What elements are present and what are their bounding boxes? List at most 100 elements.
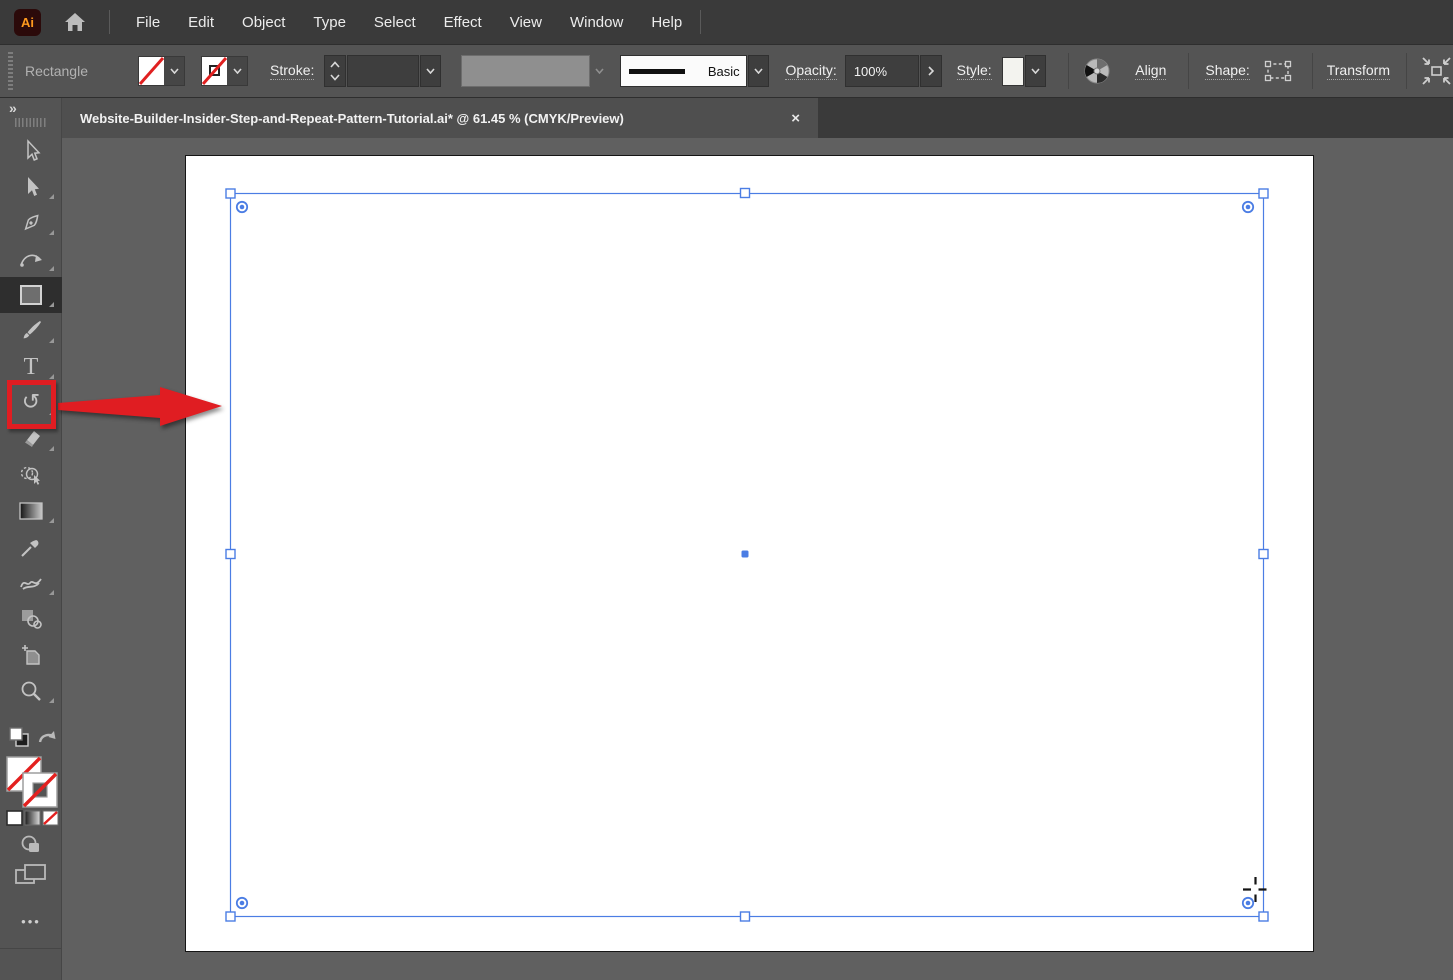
fill-none-swatch-icon xyxy=(139,57,164,85)
screen-mode-icon xyxy=(14,862,48,888)
control-separator xyxy=(1406,53,1407,89)
tab-strip xyxy=(818,98,1453,138)
toolbar-expand-button[interactable]: » xyxy=(0,98,61,116)
style-swatch[interactable] xyxy=(1002,57,1025,86)
default-fill-stroke-button[interactable] xyxy=(8,726,30,748)
width-profile-chevron-icon xyxy=(590,68,610,74)
tool-direct-selection[interactable] xyxy=(0,169,62,205)
stroke-proxy[interactable] xyxy=(22,772,58,808)
brush-definition-dropdown[interactable]: Basic xyxy=(620,55,747,87)
close-tab-button[interactable]: × xyxy=(787,110,804,127)
menu-item-edit[interactable]: Edit xyxy=(174,3,228,42)
tool-eyedropper[interactable] xyxy=(0,529,62,565)
document-area: Website-Builder-Insider-Step-and-Repeat-… xyxy=(62,98,1453,980)
toolbar-divider xyxy=(0,948,62,949)
gradient-button-icon[interactable] xyxy=(24,810,41,826)
stroke-weight-stepper[interactable] xyxy=(324,55,346,87)
stroke-none-icon xyxy=(22,772,58,808)
tool-gradient[interactable] xyxy=(0,493,62,529)
toolbar-grip[interactable] xyxy=(15,118,47,127)
tool-type[interactable]: T xyxy=(0,349,62,385)
menu-item-window[interactable]: Window xyxy=(556,3,637,42)
transform-label[interactable]: Transform xyxy=(1327,62,1390,80)
tool-rectangle[interactable] xyxy=(0,277,62,313)
brush-stroke-preview-icon xyxy=(629,69,685,74)
eraser-tool-icon xyxy=(19,427,43,451)
tool-rotate[interactable]: ↺ xyxy=(0,385,62,421)
align-label[interactable]: Align xyxy=(1135,62,1166,80)
color-mode-buttons xyxy=(6,810,59,826)
artboard[interactable] xyxy=(185,155,1314,952)
default-colors-icon xyxy=(8,726,30,748)
menu-item-object[interactable]: Object xyxy=(228,3,299,42)
none-button-icon[interactable] xyxy=(42,810,59,826)
pen-tool-icon xyxy=(19,211,43,235)
stroke-weight-label[interactable]: Stroke: xyxy=(270,62,314,80)
curvature-tool-icon xyxy=(18,247,44,271)
edit-toolbar-button[interactable]: ••• xyxy=(0,914,62,929)
fill-color-control[interactable] xyxy=(138,56,185,86)
recolor-artwork-button[interactable] xyxy=(1083,57,1111,85)
stroke-color-control[interactable] xyxy=(201,56,248,86)
tool-eraser[interactable] xyxy=(0,421,62,457)
type-tool-icon: T xyxy=(24,355,39,379)
shape-properties-button[interactable] xyxy=(1264,60,1292,82)
screen-mode-button[interactable] xyxy=(14,862,48,888)
color-button-icon[interactable] xyxy=(6,810,23,826)
illustrator-logo-icon[interactable]: Ai xyxy=(14,9,41,36)
tool-paintbrush[interactable] xyxy=(0,313,62,349)
control-separator xyxy=(1068,53,1069,89)
style-dropdown-chevron[interactable] xyxy=(1025,55,1046,87)
workspace: » xyxy=(0,98,1453,980)
home-button[interactable] xyxy=(63,11,87,33)
stepper-arrows-icon xyxy=(330,60,340,82)
menu-item-view[interactable]: View xyxy=(496,3,556,42)
symbol-tool-icon xyxy=(18,607,44,631)
warp-tool-icon xyxy=(18,571,44,595)
draw-normal-icon xyxy=(19,834,43,856)
active-tool-label: Rectangle xyxy=(25,63,120,79)
rectangle-tool-icon xyxy=(18,283,44,307)
tool-curvature[interactable] xyxy=(0,241,62,277)
tool-symbol[interactable] xyxy=(0,601,62,637)
menu-item-type[interactable]: Type xyxy=(299,3,360,42)
tool-selection[interactable] xyxy=(0,133,62,169)
direct-selection-tool-icon xyxy=(19,175,43,199)
menu-item-select[interactable]: Select xyxy=(360,3,430,42)
opacity-label[interactable]: Opacity: xyxy=(785,62,836,80)
illustrator-window: Ai File Edit Object Type Select Effect V… xyxy=(0,0,1453,980)
selection-tool-icon xyxy=(19,139,43,163)
swap-arrow-icon xyxy=(36,728,58,748)
tool-warp[interactable] xyxy=(0,565,62,601)
style-label[interactable]: Style: xyxy=(957,62,992,80)
opacity-input[interactable]: 100% xyxy=(845,55,919,87)
control-separator xyxy=(1188,53,1189,89)
shape-label[interactable]: Shape: xyxy=(1205,62,1249,80)
drawing-mode-button[interactable] xyxy=(19,834,43,856)
brush-dropdown-chevron[interactable] xyxy=(748,55,770,87)
swap-fill-stroke-button[interactable] xyxy=(36,728,58,748)
opacity-value: 100% xyxy=(846,64,918,79)
stroke-dropdown-chevron-icon[interactable] xyxy=(227,57,247,85)
menu-item-file[interactable]: File xyxy=(122,3,174,42)
stroke-weight-dropdown[interactable] xyxy=(420,55,442,87)
fill-dropdown-chevron-icon[interactable] xyxy=(164,57,184,85)
shape-bounds-icon xyxy=(1264,60,1292,82)
tool-shape-builder[interactable] xyxy=(0,457,62,493)
menu-item-help[interactable]: Help xyxy=(637,3,696,42)
stroke-weight-input[interactable] xyxy=(347,55,418,87)
control-separator xyxy=(1312,53,1313,89)
tool-pen[interactable] xyxy=(0,205,62,241)
menu-item-effect[interactable]: Effect xyxy=(430,3,496,42)
width-profile-dropdown xyxy=(461,55,590,87)
opacity-options-button[interactable] xyxy=(920,55,942,87)
tool-artboard[interactable] xyxy=(0,637,62,673)
control-bar-grip[interactable] xyxy=(8,52,13,90)
document-tab[interactable]: Website-Builder-Insider-Step-and-Repeat-… xyxy=(62,98,818,138)
artboard-tool-icon xyxy=(19,643,43,667)
canvas[interactable] xyxy=(62,138,1453,980)
arrange-documents-button[interactable] xyxy=(1419,56,1453,86)
home-icon xyxy=(63,11,87,33)
brush-definition-value: Basic xyxy=(708,64,740,79)
tool-zoom[interactable] xyxy=(0,673,62,709)
